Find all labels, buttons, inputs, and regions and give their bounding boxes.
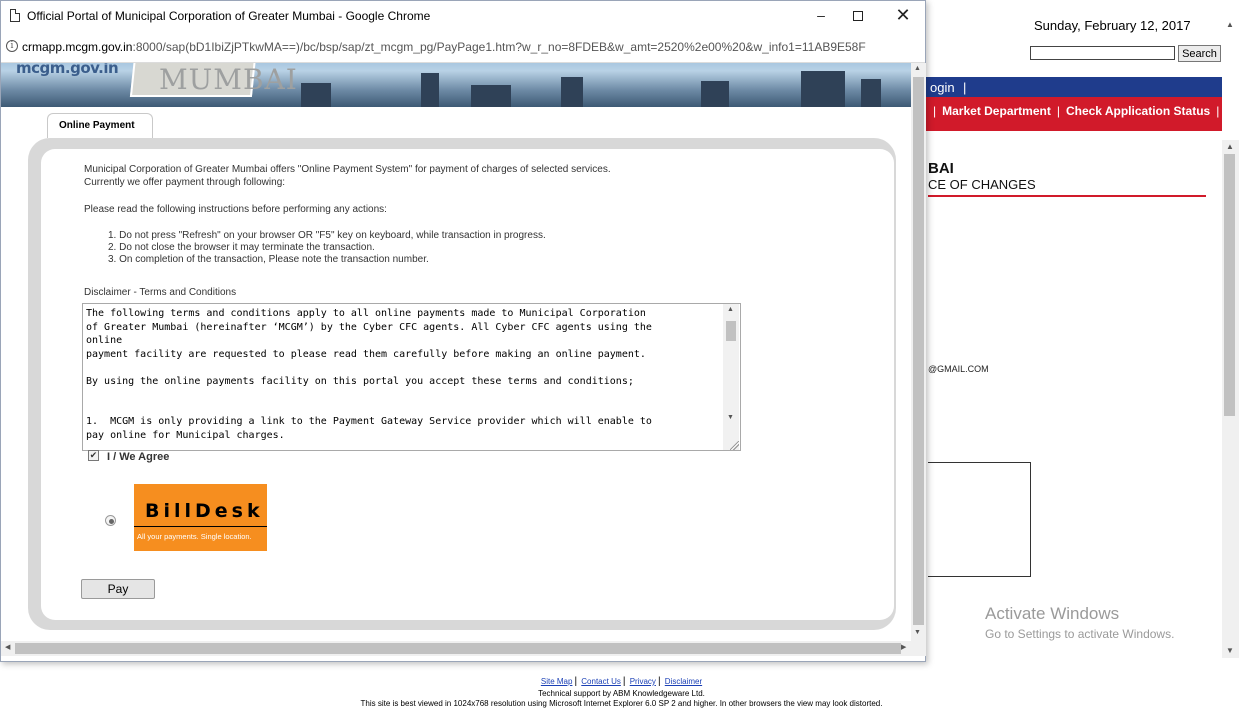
window-titlebar[interactable]: Official Portal of Municipal Corporation… [1, 1, 925, 31]
nav-separator: | [963, 80, 967, 95]
scroll-down-icon[interactable]: ▼ [914, 629, 921, 636]
popup-content: mcgm.gov.in MUMBAI Online Payment Munici… [1, 63, 911, 641]
terms-line [86, 388, 718, 402]
billdesk-tagline: All your payments. Single location. [137, 532, 252, 541]
terms-line: 1. MCGM is only providing a link to the … [86, 416, 652, 427]
close-button[interactable]: ✕ [886, 4, 920, 26]
windows-activation-title: Activate Windows [985, 604, 1120, 623]
resize-grip-icon[interactable] [730, 441, 739, 450]
scroll-left-icon[interactable]: ◀ [5, 643, 10, 651]
scrollbar-thumb[interactable] [1224, 154, 1235, 416]
footer-link-site-map[interactable]: Site Map [541, 677, 573, 686]
billdesk-logo[interactable]: BillDesk All your payments. Single locat… [134, 484, 267, 551]
scrollbar-thumb[interactable] [913, 77, 924, 625]
nav-separator: | [933, 104, 937, 118]
search-input[interactable] [1030, 46, 1175, 60]
nav-separator: | [1216, 104, 1220, 118]
terms-line: By using the online payments facility on… [86, 375, 634, 387]
banner-building [861, 79, 881, 107]
footer-note: This site is best viewed in 1024x768 res… [360, 699, 883, 708]
popup-horizontal-scrollbar[interactable]: ◀ ▶ [1, 641, 926, 656]
nav-separator: | [1056, 104, 1060, 118]
disclaimer-heading: Disclaimer - Terms and Conditions [84, 287, 237, 298]
instructions-heading: Please read the following instructions b… [84, 204, 387, 215]
banner-building [701, 81, 729, 107]
info-icon[interactable]: i [6, 40, 18, 52]
tab-online-payment[interactable]: Online Payment [47, 113, 153, 138]
footer-links: Site Map | Contact Us | Privacy | Disclaime… [540, 676, 703, 687]
scroll-down-icon[interactable]: ▼ [1226, 646, 1234, 655]
instruction-item: 1. Do not press "Refresh" on your browse… [108, 230, 546, 241]
terms-scrollbar[interactable]: ▲ ▼ [723, 304, 739, 450]
intro-text: Municipal Corporation of Greater Mumbai … [84, 164, 611, 175]
agree-label: I / We Agree [107, 451, 170, 463]
nav-market-department[interactable]: Market Department [942, 104, 1051, 118]
banner-sign-text: MUMBAI [159, 63, 298, 96]
terms-line [86, 361, 718, 375]
url-path: :8000/sap(bD1IbiZjPTkwMA==)/bc/bsp/sap/z… [132, 40, 866, 54]
scroll-right-icon[interactable]: ▶ [901, 643, 906, 651]
terms-line: payment facility are requested to please… [86, 348, 646, 360]
nav-login-link[interactable]: ogin [930, 80, 955, 95]
popup-vertical-scrollbar[interactable]: ▲ ▼ [911, 63, 926, 641]
search-button[interactable]: Search [1178, 45, 1221, 62]
scroll-up-icon[interactable]: ▲ [914, 65, 921, 72]
scroll-up-icon[interactable]: ▲ [727, 306, 734, 313]
windows-activation-subtitle: Go to Settings to activate Windows. [985, 627, 1175, 641]
page-subheading: CE OF CHANGES [928, 177, 1036, 192]
banner-building [471, 85, 511, 107]
popup-window: Official Portal of Municipal Corporation… [0, 0, 926, 662]
banner-building [301, 83, 331, 107]
terms-textarea[interactable]: The following terms and conditions apply… [82, 303, 741, 451]
heading-divider [928, 195, 1206, 197]
footer-link-disclaimer[interactable]: Disclaimer [665, 677, 702, 686]
maximize-button[interactable] [841, 4, 875, 26]
email-fragment: @GMAIL.COM [928, 364, 989, 374]
page-vertical-scrollbar[interactable]: ▲ ▼ [1222, 140, 1239, 658]
header-banner: mcgm.gov.in MUMBAI [1, 63, 911, 107]
footer-link-contact-us[interactable]: Contact Us [581, 677, 621, 686]
content-box [928, 462, 1031, 577]
page-icon [10, 9, 20, 22]
terms-line: pay online for Municipal charges. [86, 429, 285, 441]
url-host: crmapp.mcgm.gov.in [22, 40, 133, 54]
instruction-item: 3. On completion of the transaction, Ple… [108, 254, 429, 265]
minimize-button[interactable]: – [804, 4, 838, 26]
instruction-item: 2. Do not close the browser it may termi… [108, 242, 375, 253]
scrollbar-thumb[interactable] [726, 321, 736, 341]
footer-link-privacy[interactable]: Privacy [630, 677, 656, 686]
page-date: Sunday, February 12, 2017 [1034, 18, 1191, 33]
billdesk-logo-text: BillDesk [145, 500, 264, 522]
page-heading: BAI [928, 160, 954, 177]
secondary-nav-items: | Market Department | Check Application Sta… [927, 104, 1225, 118]
terms-line: The following terms and conditions apply… [86, 308, 646, 319]
address-bar[interactable]: i crmapp.mcgm.gov.in:8000/sap(bD1IbiZjPT… [1, 31, 925, 63]
banner-building [421, 73, 439, 107]
maximize-icon [853, 11, 863, 22]
banner-domain-text: mcgm.gov.in [16, 63, 119, 77]
scrollbar-thumb[interactable] [15, 643, 901, 654]
pay-button[interactable]: Pay [81, 579, 155, 599]
scroll-down-icon[interactable]: ▼ [727, 414, 734, 421]
terms-line: of Greater Mumbai (hereinafter ‘MCGM’) b… [86, 321, 652, 333]
banner-building [561, 77, 583, 107]
footer-support: Technical support by ABM Knowledgeware L… [538, 689, 705, 698]
url-text[interactable]: crmapp.mcgm.gov.in:8000/sap(bD1IbiZjPTkw… [22, 40, 922, 54]
billdesk-radio[interactable] [105, 515, 116, 526]
intro-text: Currently we offer payment through follo… [84, 177, 286, 188]
scroll-up-icon[interactable]: ▲ [1226, 142, 1234, 151]
terms-line [86, 402, 718, 416]
agree-checkbox[interactable]: ✔ [88, 450, 99, 461]
logo-divider [134, 526, 267, 527]
nav-check-application-status[interactable]: Check Application Status [1066, 104, 1210, 118]
banner-building [801, 71, 845, 107]
terms-line: online [86, 335, 123, 346]
window-title: Official Portal of Municipal Corporation… [27, 9, 431, 23]
scroll-up-icon[interactable]: ▲ [1226, 20, 1234, 29]
